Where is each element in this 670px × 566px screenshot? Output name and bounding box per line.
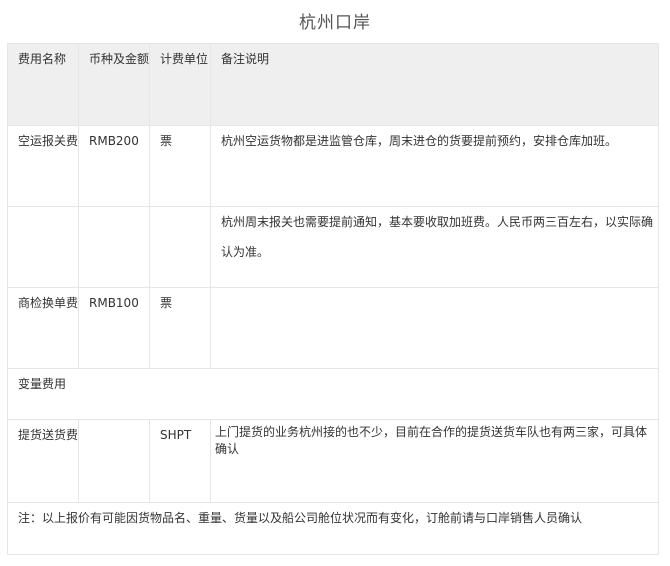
header-fee-name: 费用名称 [7,43,79,126]
section-label: 变量费用 [7,368,659,420]
amount-cell [78,419,150,503]
fee-name-cell: 商检换单费 [7,287,79,369]
header-currency-amount: 币种及金额 [78,43,150,126]
amount-cell: RMB100 [78,287,150,369]
table-header-row: 费用名称 币种及金额 计费单位 备注说明 [7,43,659,126]
amount-cell [78,206,150,288]
fee-name-cell: 空运报关费 [7,125,79,207]
note-cell: 杭州空运货物都是进监管仓库，周末进仓的货要提前预约，安排仓库加班。 [210,125,659,207]
unit-cell: SHPT [149,419,211,503]
note-cell: 上门提货的业务杭州接的也不少，目前在合作的提货送货车队也有两三家，可具体确认 [210,419,659,503]
unit-cell: 票 [149,287,211,369]
table-row: 杭州周末报关也需要提前通知，基本要收取加班费。人民币两三百左右，以实际确认为准。 [7,206,659,288]
fee-name-cell [7,206,79,288]
page-title: 杭州口岸 [299,13,371,33]
note-cell: 杭州周末报关也需要提前通知，基本要收取加班费。人民币两三百左右，以实际确认为准。 [210,206,659,288]
fee-name-cell: 提货送货费 [7,419,79,503]
fee-table: 费用名称 币种及金额 计费单位 备注说明 空运报关费 RMB200 票 杭州空运… [7,43,659,555]
footnote-row: 注：以上报价有可能因货物品名、重量、货量以及船公司舱位状况而有变化，订舱前请与口… [7,502,659,555]
header-billing-unit: 计费单位 [149,43,211,126]
unit-cell: 票 [149,125,211,207]
footnote: 注：以上报价有可能因货物品名、重量、货量以及船公司舱位状况而有变化，订舱前请与口… [7,502,659,555]
section-row: 变量费用 [7,368,659,420]
unit-cell [149,206,211,288]
page: 杭州口岸 费用名称 币种及金额 计费单位 备注说明 空运报关费 RMB200 票… [0,0,670,566]
header-remarks: 备注说明 [210,43,659,126]
table-row: 提货送货费 SHPT 上门提货的业务杭州接的也不少，目前在合作的提货送货车队也有… [7,419,659,503]
table-row: 商检换单费 RMB100 票 [7,287,659,369]
table-row: 空运报关费 RMB200 票 杭州空运货物都是进监管仓库，周末进仓的货要提前预约… [7,125,659,207]
amount-cell: RMB200 [78,125,150,207]
note-cell [210,287,659,369]
